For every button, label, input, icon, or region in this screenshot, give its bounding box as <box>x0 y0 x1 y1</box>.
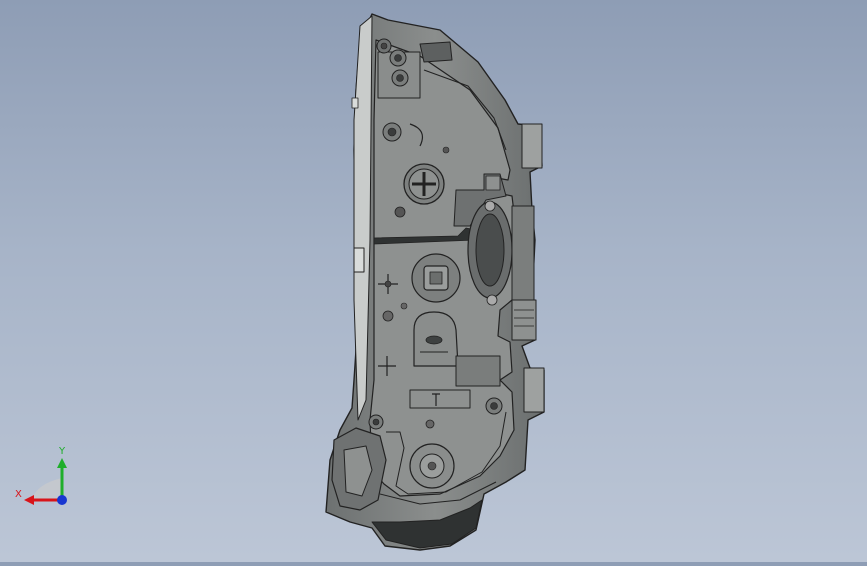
small-hole-3 <box>382 310 394 322</box>
cad-viewport[interactable]: X Y <box>0 0 867 562</box>
x-axis-label: X <box>15 489 22 500</box>
small-hole-5 <box>425 419 435 429</box>
small-hole-4 <box>400 302 408 310</box>
oval-screw-bottom <box>486 294 498 306</box>
right-tab-bottom[interactable] <box>523 367 545 413</box>
lower-step <box>455 355 501 387</box>
top-rib <box>419 41 453 63</box>
housing-part[interactable] <box>325 13 545 551</box>
step-notch <box>485 175 501 191</box>
right-tab-top[interactable] <box>521 123 543 169</box>
oval-slot-inner[interactable] <box>475 213 505 287</box>
triad-xy-plane <box>32 478 62 500</box>
y-axis-label: Y <box>58 446 66 457</box>
coordinate-triad: X Y <box>15 446 67 505</box>
oval-screw-top <box>484 200 496 212</box>
flange-tab <box>353 247 365 273</box>
small-hole-1 <box>394 206 406 218</box>
lower-bar <box>409 389 471 409</box>
right-clip[interactable] <box>511 299 537 341</box>
flange-tab-small <box>351 97 359 109</box>
right-rail-mid <box>511 205 535 303</box>
cad-canvas[interactable]: X Y <box>0 0 867 562</box>
small-hole-2 <box>442 146 450 154</box>
z-axis-dot <box>57 495 67 505</box>
bracket-slot[interactable] <box>425 335 443 345</box>
